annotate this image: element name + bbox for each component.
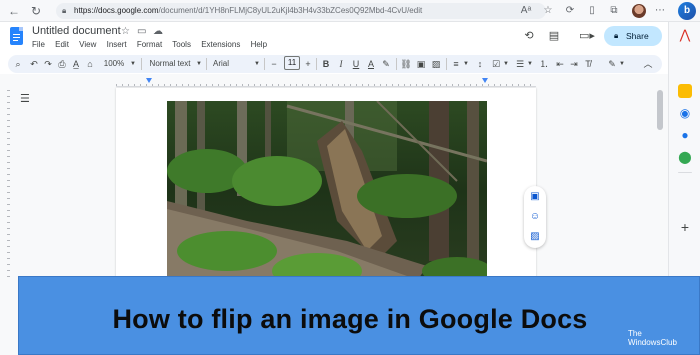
suggest-edits-icon[interactable]: ▨ <box>529 231 541 243</box>
insert-image-icon[interactable]: ▨ <box>430 56 442 72</box>
chevron-down-icon[interactable]: ▼ <box>195 56 203 72</box>
back-arrow-icon[interactable]: ← <box>6 3 22 19</box>
link-icon[interactable]: ⛓ <box>400 56 412 72</box>
share-label: Share <box>626 31 649 41</box>
font-select[interactable]: Arial <box>210 56 232 72</box>
video-icon[interactable]: ▭▸ <box>576 29 598 43</box>
italic-icon[interactable]: I <box>335 56 347 72</box>
chevron-down-icon[interactable]: ▼ <box>502 56 510 72</box>
emoji-reaction-icon[interactable]: ☺ <box>529 211 541 223</box>
vertical-ruler <box>0 90 10 280</box>
right-indent-marker[interactable] <box>482 78 488 83</box>
maps-icon[interactable]: ⬤ <box>678 150 692 164</box>
menu-tools[interactable]: Tools <box>172 40 191 49</box>
favorite-star-icon[interactable]: ☆ <box>540 3 556 19</box>
scrollbar[interactable] <box>657 90 663 130</box>
line-spacing-icon[interactable]: ↕ <box>474 56 486 72</box>
paint-format-icon[interactable]: ⌂ <box>84 56 96 72</box>
cloud-status-icon: ☁ <box>153 26 163 37</box>
chevron-down-icon[interactable]: ▼ <box>618 56 626 72</box>
url-host: https://docs.google.com <box>74 6 159 15</box>
highlight-icon[interactable]: ✎ <box>380 56 392 72</box>
print-icon[interactable]: ⎙ <box>56 56 68 72</box>
add-addon-icon[interactable]: + <box>678 220 692 234</box>
zoom-select[interactable]: 100% <box>98 56 130 72</box>
style-select[interactable]: Normal text <box>144 56 196 72</box>
menu-insert[interactable]: Insert <box>107 40 127 49</box>
editing-mode-icon[interactable]: ✎ <box>606 56 618 72</box>
move-folder-icon[interactable]: ▭ <box>137 26 146 37</box>
align-icon[interactable]: ≡ <box>450 56 462 72</box>
split-screen-icon[interactable]: ▯ <box>584 3 600 19</box>
contacts-icon[interactable]: ● <box>678 128 692 142</box>
profile-avatar[interactable] <box>632 4 646 18</box>
comment-icon[interactable]: ▤ <box>547 29 561 43</box>
add-comment-icon[interactable]: ▣ <box>415 56 427 72</box>
decrease-font-size-button[interactable]: − <box>268 56 280 72</box>
chevron-down-icon[interactable]: ▼ <box>253 56 261 72</box>
docs-logo[interactable] <box>10 27 23 45</box>
lock-icon: 🔒︎ <box>614 31 619 40</box>
formatting-toolbar: ⌕ ↶ ↷ ⎙ A̲ ⌂ 100% ▼ Normal text ▼ Arial … <box>8 55 662 73</box>
read-aloud-icon[interactable]: Aᵃ <box>518 3 534 19</box>
horizontal-ruler <box>116 77 536 87</box>
font-size-input[interactable]: 11 <box>284 56 300 70</box>
underline-icon[interactable]: U <box>350 56 362 72</box>
menu-format[interactable]: Format <box>137 40 162 49</box>
url-path: /document/d/1YH8nFLMjC8yUL2uKjl4b3H4v33b… <box>158 6 423 15</box>
watermark-line-2: WindowsClub <box>628 338 677 347</box>
numbered-list-icon[interactable]: ⒈ <box>538 56 550 72</box>
keep-icon[interactable] <box>678 84 692 98</box>
refresh-icon[interactable]: ↻ <box>28 3 44 19</box>
menu-extensions[interactable]: Extensions <box>201 40 240 49</box>
copilot-icon[interactable]: b <box>678 2 696 20</box>
collections-icon[interactable]: ⧉ <box>606 3 622 19</box>
banner-title: How to flip an image in Google Docs <box>112 304 588 334</box>
chevron-down-icon[interactable]: ▼ <box>129 56 137 72</box>
document-title[interactable]: Untitled document <box>32 25 121 37</box>
increase-indent-icon[interactable]: ⇥ <box>568 56 580 72</box>
forest-image[interactable] <box>167 101 487 281</box>
address-bar[interactable]: 🔒︎ https://docs.google.com/document/d/1Y… <box>56 3 546 19</box>
watermark-line-1: The <box>628 329 642 338</box>
clear-formatting-icon[interactable]: T̸ <box>582 56 594 72</box>
side-actions: ▣ ☺ ▨ <box>524 186 546 248</box>
redo-icon[interactable]: ↷ <box>42 56 54 72</box>
decrease-indent-icon[interactable]: ⇤ <box>554 56 566 72</box>
bold-icon[interactable]: B <box>320 56 332 72</box>
spellcheck-icon[interactable]: A̲ <box>70 56 82 72</box>
document-outline-icon[interactable]: ☰ <box>20 92 30 105</box>
tasks-icon[interactable]: ◉ <box>678 106 692 120</box>
history-icon[interactable]: ⟲ <box>522 29 536 43</box>
menu-help[interactable]: Help <box>251 40 267 49</box>
increase-font-size-button[interactable]: + <box>302 56 314 72</box>
checklist-icon[interactable]: ☑ <box>490 56 502 72</box>
star-icon[interactable]: ☆ <box>121 26 130 37</box>
menu-file[interactable]: File <box>32 40 45 49</box>
side-panel-divider <box>678 172 692 173</box>
left-indent-marker[interactable] <box>146 78 152 83</box>
text-color-icon[interactable]: A <box>365 56 377 72</box>
more-menu-icon[interactable]: ⋯ <box>652 3 668 19</box>
share-button[interactable]: 🔒︎ Share <box>604 26 662 46</box>
chevron-down-icon[interactable]: ▼ <box>526 56 534 72</box>
watermark-logo: The WindowsClub <box>628 329 677 347</box>
chevron-down-icon[interactable]: ▼ <box>462 56 470 72</box>
bulleted-list-icon[interactable]: ☰ <box>514 56 526 72</box>
menu-view[interactable]: View <box>79 40 96 49</box>
acrobat-icon[interactable]: ⋀ <box>678 28 692 42</box>
site-info-icon[interactable]: 🔒︎ <box>62 3 66 19</box>
menu-edit[interactable]: Edit <box>55 40 69 49</box>
extension-icon[interactable]: ⟳ <box>562 3 578 19</box>
undo-icon[interactable]: ↶ <box>28 56 40 72</box>
search-menus-icon[interactable]: ⌕ <box>12 56 24 72</box>
hide-menus-icon[interactable]: ︿ <box>642 56 654 72</box>
add-comment-icon[interactable]: ▣ <box>529 191 541 203</box>
menu-bar: File Edit View Insert Format Tools Exten… <box>32 40 275 49</box>
